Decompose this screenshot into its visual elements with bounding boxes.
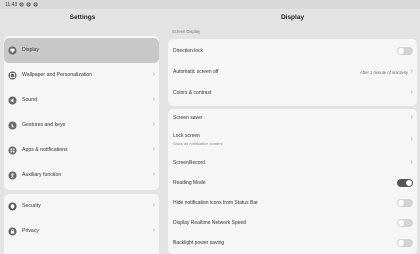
row-value: After 1 minute of inactivity (360, 70, 408, 75)
chevron-right-icon: › (410, 88, 413, 96)
row-screen-record[interactable]: ScreenRecord › (168, 153, 417, 173)
settings-group-2: Security › Privacy › (4, 194, 159, 254)
hide-notification-icons-toggle[interactable] (397, 199, 413, 207)
chevron-right-icon: › (410, 135, 413, 143)
display-group-1: Direction lock Automatic screen off Afte… (168, 39, 417, 106)
chevron-right-icon: › (152, 145, 155, 153)
settings-gear-icon-2 (26, 1, 31, 7)
sidebar-item-label: Sound (22, 97, 38, 103)
status-time: 11:43 (5, 2, 18, 8)
row-label: Colors & contrast (173, 90, 212, 96)
row-label: Reading Mode (173, 180, 206, 186)
chevron-right-icon: › (152, 226, 155, 234)
sidebar-item-display[interactable]: Display (4, 38, 159, 63)
sidebar-item-label: Auxiliary function (22, 172, 62, 178)
apps-icon (8, 146, 17, 155)
gesture-icon (8, 121, 17, 130)
row-label: Screen saver (173, 115, 203, 121)
sidebar-item-label: Privacy (22, 228, 40, 234)
row-backlight-power-saving[interactable]: Backlight power saving (168, 233, 417, 253)
row-label: ScreenRecord (173, 160, 205, 166)
sound-icon (8, 96, 17, 105)
sidebar-item-label: Security (22, 203, 41, 209)
direction-lock-toggle[interactable] (397, 47, 413, 55)
sidebar-item-label: Display (22, 47, 40, 53)
row-network-speed[interactable]: Display Realtime Network Speed (168, 213, 417, 233)
chevron-right-icon: › (410, 158, 413, 166)
row-automatic-screen-off[interactable]: Automatic screen off After 1 minute of i… (168, 61, 417, 83)
chevron-right-icon: › (410, 67, 413, 75)
chevron-right-icon: › (152, 95, 155, 103)
chevron-right-icon: › (152, 201, 155, 209)
network-speed-toggle[interactable] (397, 219, 413, 227)
sidebar-item-privacy[interactable]: Privacy › (4, 219, 159, 244)
sidebar-item-sound[interactable]: Sound › (4, 88, 159, 113)
row-colors-contrast[interactable]: Colors & contrast › (168, 83, 417, 104)
sidebar-item-auxiliary[interactable]: Auxiliary function › (4, 163, 159, 188)
display-title: Display (280, 14, 305, 21)
privacy-icon (8, 227, 17, 236)
sidebar-item-gestures[interactable]: Gestures and keys › (4, 113, 159, 138)
row-reading-mode[interactable]: Reading Mode (168, 173, 417, 193)
settings-gear-icon-3 (33, 1, 38, 7)
row-direction-lock[interactable]: Direction lock (168, 41, 417, 61)
wallpaper-icon (8, 71, 17, 80)
chevron-right-icon: › (152, 70, 155, 78)
row-label: Display Realtime Network Speed (173, 220, 247, 226)
row-screen-saver[interactable]: Screen saver › (168, 109, 417, 127)
chevron-right-icon: › (152, 170, 155, 178)
row-label: Automatic screen off (173, 69, 219, 75)
row-label: Hide notification icons from Status Bar (173, 200, 258, 206)
display-panel: Display Screen Display Direction lock Au… (165, 9, 420, 254)
status-bar: 11:43 (0, 0, 420, 9)
display-icon (8, 46, 17, 55)
row-label: Direction lock (173, 48, 204, 54)
sidebar-item-label: Apps & notifications (22, 147, 68, 153)
row-hide-notification-icons[interactable]: Hide notification icons from Status Bar (168, 193, 417, 213)
row-lock-screen[interactable]: Lock screen Show all notification conten… (168, 127, 417, 153)
shield-icon (8, 202, 17, 211)
row-label: Backlight power saving (173, 240, 225, 246)
display-group-2: Screen saver › Lock screen Show all noti… (168, 109, 417, 254)
auxiliary-icon (8, 171, 17, 180)
backlight-power-saving-toggle[interactable] (397, 239, 413, 247)
sidebar-item-security[interactable]: Security › (4, 194, 159, 219)
chevron-right-icon: › (410, 113, 413, 121)
sidebar-item-label: Wallpaper and Personalization (22, 72, 93, 78)
settings-group-1: Display Wallpaper and Personalization › … (4, 36, 159, 190)
settings-title: Settings (69, 14, 96, 21)
chevron-right-icon: › (152, 120, 155, 128)
row-sublabel: Show all notification content (173, 141, 223, 146)
reading-mode-toggle[interactable] (397, 179, 413, 187)
sidebar-item-label: Gestures and keys (22, 122, 66, 128)
sidebar-item-wallpaper[interactable]: Wallpaper and Personalization › (4, 63, 159, 88)
sidebar-item-apps[interactable]: Apps & notifications › (4, 138, 159, 163)
section-label: Screen Display (172, 29, 201, 34)
row-label: Lock screen (173, 133, 200, 139)
settings-gear-icon (19, 1, 24, 7)
settings-panel: Settings Display Wallpaper and Personali… (0, 9, 165, 254)
